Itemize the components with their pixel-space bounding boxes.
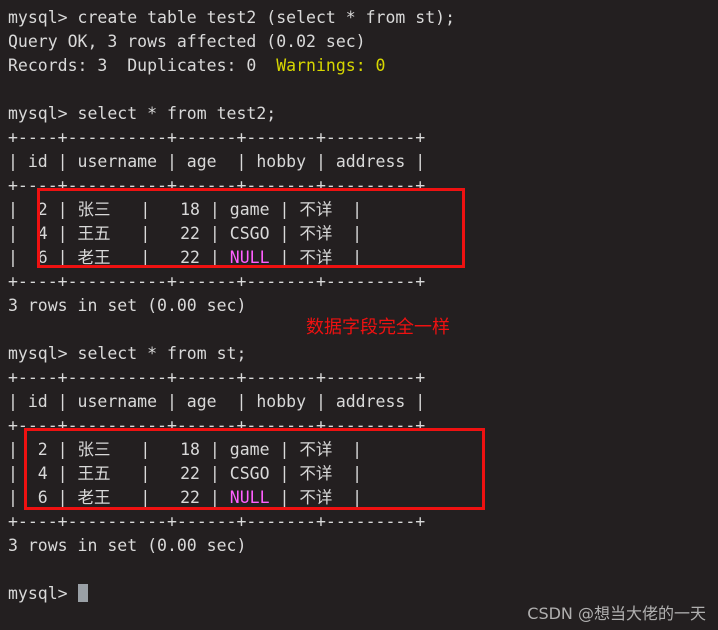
cell-username-pad: | — [110, 464, 161, 483]
cell-username-pad: | — [110, 248, 161, 267]
table-row: | 2 | 张三 | 18 | game | 不详 | — [8, 198, 718, 222]
cell-tail: | — [332, 488, 363, 507]
cell-id: | 2 | — [8, 200, 78, 219]
table2-header-row: | id | username | age | hobby | address … — [8, 392, 426, 411]
annotation-text: 数据字段完全一样 — [306, 317, 450, 338]
cell-age: 18 | — [160, 200, 230, 219]
command-line-select-st: mysql> select * from st; — [8, 344, 247, 363]
command-line-select-test2: mysql> select * from test2; — [8, 104, 277, 123]
cell-username: 老王 — [77, 248, 111, 267]
table-row: | 6 | 老王 | 22 | NULL | 不详 | — [8, 246, 718, 270]
cell-username-pad: | — [110, 488, 161, 507]
table1-separator-bottom: +----+----------+------+-------+--------… — [8, 272, 426, 291]
cell-age: 22 | — [160, 248, 230, 267]
cell-address: 不详 — [299, 200, 333, 219]
table-row: | 4 | 王五 | 22 | CSGO | 不详 | — [8, 222, 718, 246]
cell-hobby-null: NULL — [229, 488, 280, 507]
watermark: CSDN @想当大佬的一天 — [527, 604, 706, 623]
cell-id: | 4 | — [8, 464, 78, 483]
cell-username-pad: | — [110, 224, 161, 243]
cell-hobby: game — [229, 200, 280, 219]
table1-header-row: | id | username | age | hobby | address … — [8, 152, 426, 171]
cell-username: 张三 — [77, 440, 111, 459]
table2-separator-mid: +----+----------+------+-------+--------… — [8, 416, 426, 435]
cell-divider: | — [279, 440, 300, 459]
output-query-ok: Query OK, 3 rows affected (0.02 sec) — [8, 32, 366, 51]
cell-tail: | — [332, 464, 363, 483]
cell-age: 18 | — [160, 440, 230, 459]
command-line-create-table: mysql> create table test2 (select * from… — [8, 8, 456, 27]
table1-separator-top: +----+----------+------+-------+--------… — [8, 128, 426, 147]
cell-hobby: CSGO — [229, 224, 280, 243]
cell-age: 22 | — [160, 464, 230, 483]
cell-divider: | — [279, 224, 300, 243]
cell-address: 不详 — [299, 248, 333, 267]
table2-rows-in-set: 3 rows in set (0.00 sec) — [8, 536, 247, 555]
table-row: | 6 | 老王 | 22 | NULL | 不详 | — [8, 486, 718, 510]
table-row: | 2 | 张三 | 18 | game | 不详 | — [8, 438, 718, 462]
cell-username-pad: | — [110, 440, 161, 459]
warnings-text: Warnings: 0 — [276, 56, 386, 75]
cell-address: 不详 — [299, 440, 333, 459]
table1-separator-mid: +----+----------+------+-------+--------… — [8, 176, 426, 195]
cell-id: | 2 | — [8, 440, 78, 459]
cell-tail: | — [332, 248, 363, 267]
cell-id: | 6 | — [8, 248, 78, 267]
cell-address: 不详 — [299, 488, 333, 507]
cell-username: 王五 — [77, 224, 111, 243]
cell-address: 不详 — [299, 224, 333, 243]
text-cursor — [77, 584, 88, 602]
cell-username: 老王 — [77, 488, 111, 507]
cell-divider: | — [279, 200, 300, 219]
cell-divider: | — [279, 488, 300, 507]
table2-separator-top: +----+----------+------+-------+--------… — [8, 368, 426, 387]
table1-rows-in-set: 3 rows in set (0.00 sec) — [8, 296, 247, 315]
prompt-text: mysql> — [8, 584, 78, 603]
cell-username-pad: | — [110, 200, 161, 219]
output-records-line: Records: 3 Duplicates: 0 Warnings: 0 — [8, 54, 718, 78]
cell-tail: | — [332, 224, 363, 243]
cell-id: | 4 | — [8, 224, 78, 243]
cell-age: 22 | — [160, 488, 230, 507]
records-duplicates-text: Records: 3 Duplicates: 0 — [8, 56, 277, 75]
cell-hobby: CSGO — [229, 464, 280, 483]
cell-divider: | — [279, 248, 300, 267]
cell-tail: | — [332, 440, 363, 459]
cell-hobby-null: NULL — [229, 248, 280, 267]
table2-separator-bottom: +----+----------+------+-------+--------… — [8, 512, 426, 531]
cell-age: 22 | — [160, 224, 230, 243]
cell-hobby: game — [229, 440, 280, 459]
table-row: | 4 | 王五 | 22 | CSGO | 不详 | — [8, 462, 718, 486]
cell-divider: | — [279, 464, 300, 483]
cell-id: | 6 | — [8, 488, 78, 507]
cell-username: 张三 — [77, 200, 111, 219]
cell-username: 王五 — [77, 464, 111, 483]
cell-address: 不详 — [299, 464, 333, 483]
cell-tail: | — [332, 200, 363, 219]
terminal-window[interactable]: mysql> create table test2 (select * from… — [0, 0, 718, 630]
